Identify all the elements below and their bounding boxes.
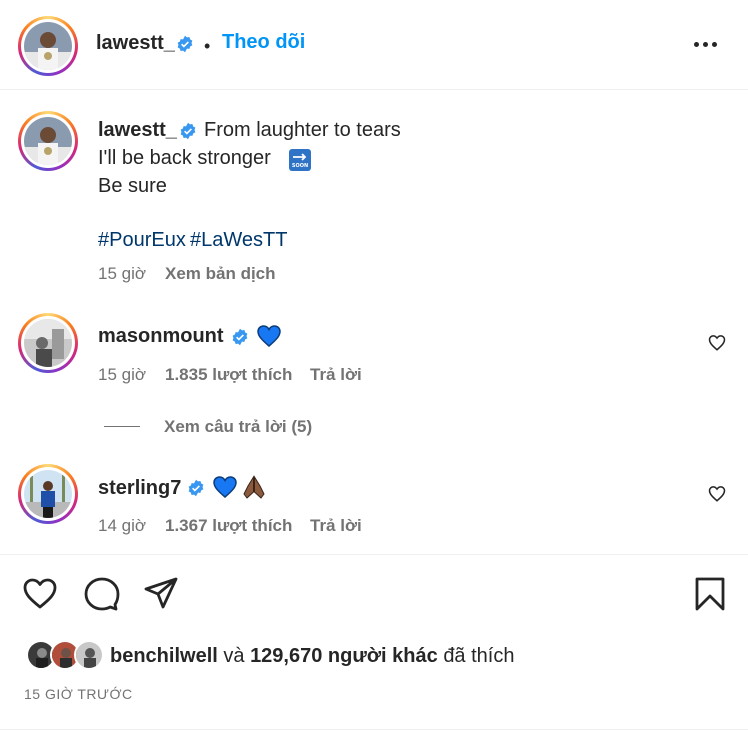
like-comment-heart-icon[interactable] (708, 334, 726, 352)
likes-suffix: đã thích (443, 645, 515, 667)
comment-username[interactable]: masonmount (98, 325, 224, 348)
reply-button[interactable]: Trả lời (310, 365, 362, 385)
separator-dot: • (204, 36, 211, 56)
comment-likes-count[interactable]: 1.367 lượt thích (165, 516, 292, 536)
svg-text:SOON: SOON (292, 163, 308, 169)
caption-avatar[interactable] (18, 111, 78, 171)
soon-arrow-emoji-icon: SOON (289, 149, 311, 171)
hashtag-lawestt[interactable]: #LaWesTT (190, 229, 287, 252)
caption-line-3: Be sure (98, 175, 167, 197)
likes-others-count[interactable]: 129,670 người khác (250, 645, 438, 667)
see-translation-button[interactable]: Xem bản dịch (165, 264, 276, 284)
follow-button[interactable]: Theo dõi (222, 31, 305, 54)
hashtag-pourEux[interactable]: #PourEux (98, 229, 186, 252)
caption-line-2: I'll be back stronger (98, 147, 271, 169)
comment-likes-count[interactable]: 1.835 lượt thích (165, 365, 292, 385)
verified-badge-icon (177, 35, 193, 53)
author-username[interactable]: lawestt_ (96, 32, 175, 55)
comment-time: 14 giờ (98, 516, 147, 535)
reply-button[interactable]: Trả lời (310, 516, 362, 536)
view-replies-button[interactable]: Xem câu trả lời (5) (164, 417, 312, 437)
verified-badge-icon (232, 328, 248, 346)
heart-icon[interactable] (22, 576, 58, 612)
caption-username[interactable]: lawestt_ (98, 119, 177, 142)
comment-avatar-sterling7[interactable] (18, 464, 78, 524)
caption-line-1: From laughter to tears (204, 119, 401, 141)
bottom-divider (0, 729, 748, 730)
verified-badge-icon (180, 122, 196, 140)
likes-summary: benchilwell và 129,670 người khác đã thí… (110, 645, 514, 668)
author-avatar[interactable] (18, 16, 78, 76)
blue-heart-emoji-icon (257, 325, 281, 347)
avatar (74, 640, 104, 670)
comment-avatar-masonmount[interactable] (18, 313, 78, 373)
post-header: lawestt_ • Theo dõi (0, 0, 748, 90)
liker-username[interactable]: benchilwell (110, 645, 218, 667)
verified-badge-icon (188, 479, 204, 497)
comment-icon[interactable] (84, 576, 120, 612)
like-comment-heart-icon[interactable] (708, 485, 726, 503)
comment-time: 15 giờ (98, 365, 147, 384)
likes-conjunction: và (223, 645, 245, 667)
blue-heart-emoji-icon (213, 476, 237, 498)
bookmark-icon[interactable] (692, 576, 728, 612)
replies-divider-line (104, 426, 140, 427)
praying-hands-emoji-icon (243, 475, 265, 499)
section-divider (0, 554, 748, 555)
share-icon[interactable] (143, 576, 179, 612)
comment-username[interactable]: sterling7 (98, 477, 181, 500)
post-timestamp: 15 GIỜ TRƯỚC (24, 686, 133, 702)
caption-time: 15 giờ (98, 264, 147, 283)
more-options-icon[interactable] (694, 42, 718, 48)
